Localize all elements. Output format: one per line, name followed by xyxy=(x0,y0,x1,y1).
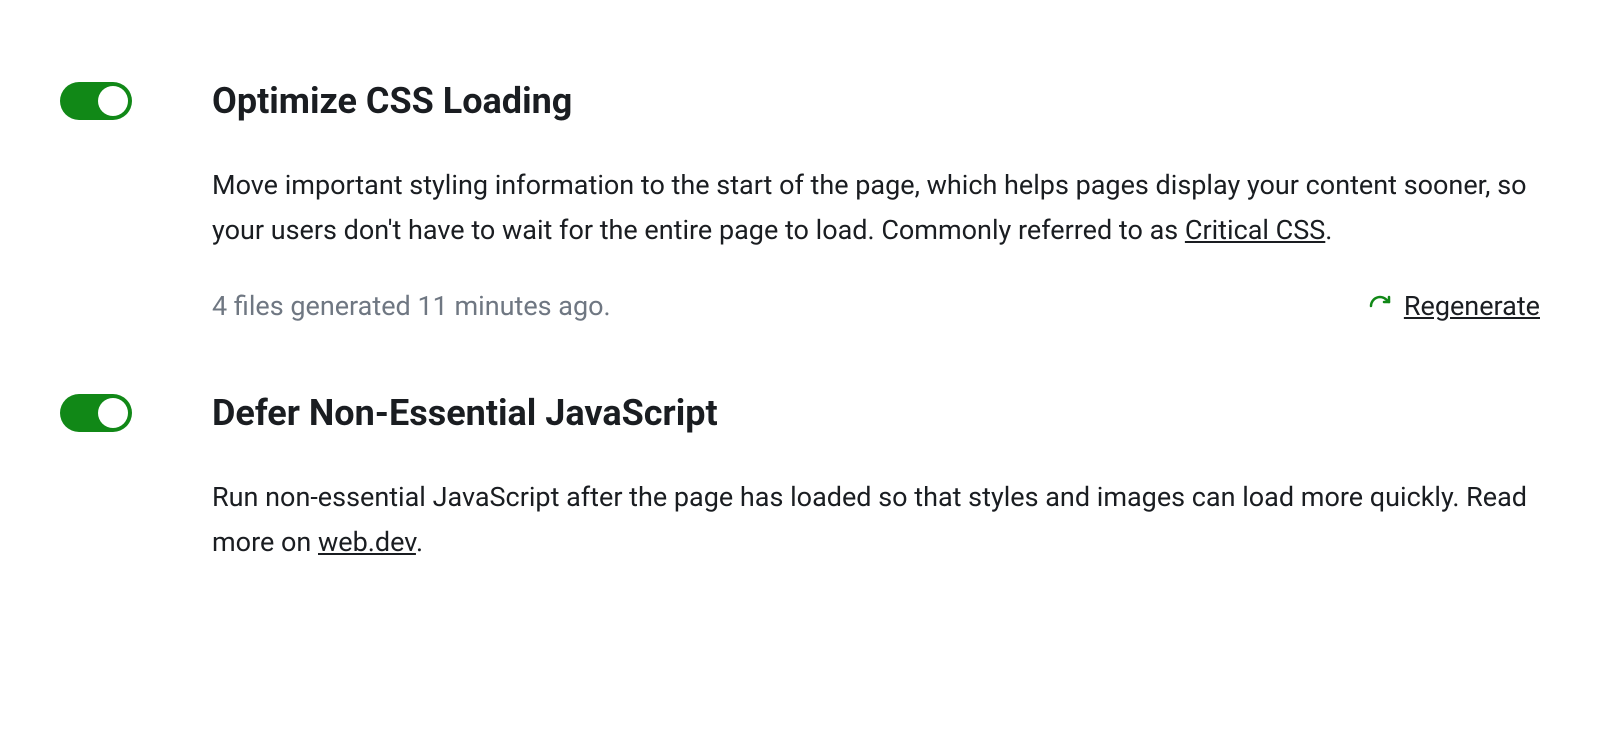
setting-title: Optimize CSS Loading xyxy=(212,80,1540,123)
setting-defer-js: Defer Non-Essential JavaScript Run non-e… xyxy=(60,392,1540,602)
setting-description: Run non-essential JavaScript after the p… xyxy=(212,475,1540,564)
toggle-knob xyxy=(98,86,128,116)
desc-text-after: . xyxy=(416,526,423,558)
setting-optimize-css: Optimize CSS Loading Move important styl… xyxy=(60,80,1540,322)
setting-body: Defer Non-Essential JavaScript Run non-e… xyxy=(212,392,1540,602)
critical-css-link[interactable]: Critical CSS xyxy=(1185,214,1325,246)
toggle-defer-js[interactable] xyxy=(60,394,132,432)
toggle-knob xyxy=(98,398,128,428)
regenerate-label: Regenerate xyxy=(1404,290,1540,322)
desc-text-after: . xyxy=(1325,214,1332,246)
refresh-icon xyxy=(1368,294,1392,318)
setting-title: Defer Non-Essential JavaScript xyxy=(212,392,1540,435)
webdev-link[interactable]: web.dev xyxy=(318,526,416,558)
setting-description: Move important styling information to th… xyxy=(212,163,1540,252)
setting-footer: 4 files generated 11 minutes ago. Regene… xyxy=(212,290,1540,322)
toggle-optimize-css[interactable] xyxy=(60,82,132,120)
status-text: 4 files generated 11 minutes ago. xyxy=(212,290,611,322)
regenerate-button[interactable]: Regenerate xyxy=(1368,290,1540,322)
setting-body: Optimize CSS Loading Move important styl… xyxy=(212,80,1540,322)
